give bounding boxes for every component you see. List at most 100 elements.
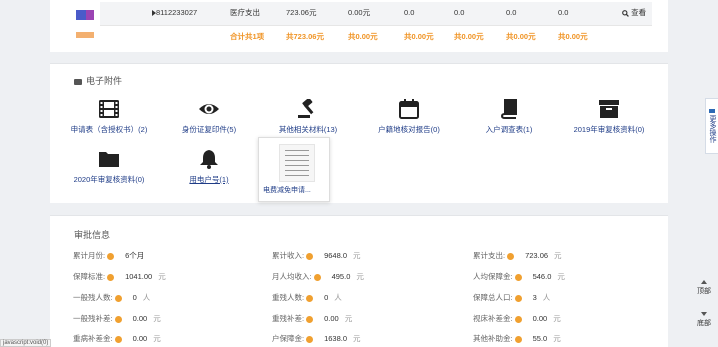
- approval-field: 重病补差金: 0.00 元: [73, 333, 161, 345]
- calendar-icon: [399, 99, 419, 119]
- field-value: 723.06: [525, 251, 549, 260]
- field-key: 累计支出:: [473, 251, 506, 260]
- attachment-survey[interactable]: 入户调查表(1): [454, 99, 564, 135]
- field-key: 重残人数:: [272, 293, 305, 302]
- field-key: 月人均收入:: [272, 272, 312, 281]
- book-icon: [500, 99, 517, 119]
- attachments-title: 电子附件: [74, 74, 122, 87]
- help-icon[interactable]: [514, 335, 522, 343]
- approval-field: 其他补助金: 55.0 元: [473, 333, 561, 345]
- field-unit: 元: [344, 314, 353, 323]
- help-icon[interactable]: [306, 252, 314, 260]
- field-unit: 人: [542, 293, 551, 302]
- field-unit: 元: [353, 251, 361, 260]
- status-bar: javascript:void(0): [0, 339, 52, 347]
- attachment-label: 2019年审复核资料(0): [573, 125, 645, 134]
- field-value: 0.00: [132, 334, 148, 343]
- field-key: 累计月份:: [73, 251, 106, 260]
- help-icon[interactable]: [507, 252, 515, 260]
- field-key: 人均保障金:: [473, 272, 513, 281]
- field-unit: 元: [153, 334, 161, 343]
- field-value: 3: [532, 293, 537, 302]
- bell-icon: [200, 150, 218, 169]
- attachment-label: 身份证复印件(5): [181, 125, 237, 134]
- row-amount2: 0.00元: [348, 8, 371, 17]
- arrow-down-icon: [701, 312, 707, 316]
- field-key: 累计收入:: [272, 251, 305, 260]
- approval-field: 人均保障金: 546.0 元: [473, 271, 565, 283]
- attachment-label: 用电户号(1): [189, 175, 229, 184]
- total-sum2: 共0.00元: [348, 32, 378, 41]
- attachment-label: 户籍地核对报告(0): [378, 125, 440, 134]
- field-unit: 人: [142, 293, 151, 302]
- field-value: 55.0: [532, 334, 548, 343]
- arrow-up-icon: [701, 280, 707, 284]
- field-value: 9648.0: [324, 251, 348, 260]
- field-unit: 元: [353, 334, 361, 343]
- field-unit: 元: [554, 251, 562, 260]
- approval-field: 保障标准: 1041.00 元: [73, 271, 166, 283]
- attachment-id-copy[interactable]: 身份证复印件(5): [154, 99, 264, 135]
- help-icon[interactable]: [107, 273, 115, 281]
- field-unit: 元: [553, 334, 561, 343]
- field-value: 0: [324, 293, 329, 302]
- field-unit: 元: [557, 272, 565, 281]
- help-icon[interactable]: [114, 335, 122, 343]
- field-value: 0.00: [532, 314, 548, 323]
- view-label: 查看: [631, 8, 647, 17]
- field-key: 一般残补差:: [73, 314, 113, 323]
- field-value: 1041.00: [125, 272, 153, 281]
- field-value: 0.00: [324, 314, 339, 323]
- attachment-other[interactable]: 其他相关材料(13): [253, 99, 363, 135]
- total-count: 合计共1项: [230, 32, 265, 41]
- help-icon[interactable]: [114, 315, 122, 323]
- field-value: 6个月: [125, 251, 145, 260]
- color-strip: [76, 0, 98, 38]
- approval-title: 审批信息: [74, 230, 111, 240]
- row-v1: 0.0: [404, 8, 415, 17]
- field-key: 重病补差金:: [73, 334, 113, 343]
- side-tab[interactable]: 更多操作: [705, 98, 718, 154]
- field-value: 546.0: [532, 272, 552, 281]
- archive-icon: [599, 100, 619, 118]
- tab-marker-icon: [709, 109, 715, 113]
- attachment-label: 申请表（含授权书）(2): [70, 125, 148, 134]
- help-icon[interactable]: [114, 294, 122, 302]
- scroll-top-button[interactable]: 顶部: [694, 280, 714, 296]
- field-value: 1638.0: [324, 334, 348, 343]
- view-button[interactable]: 查看: [622, 2, 646, 24]
- preview-caption[interactable]: 电费减免申请...: [263, 185, 327, 195]
- help-icon[interactable]: [514, 315, 522, 323]
- help-icon[interactable]: [306, 335, 314, 343]
- row-v3: 0.0: [506, 8, 517, 17]
- row-type: 医疗支出: [230, 8, 260, 17]
- field-key: 户保障金:: [272, 334, 305, 343]
- row-amount1: 723.06元: [286, 8, 317, 17]
- approval-field: 重残补差: 0.00 元: [272, 313, 352, 325]
- field-value: 495.0: [331, 272, 351, 281]
- help-icon[interactable]: [107, 252, 115, 260]
- field-key: 保障标准:: [73, 272, 106, 281]
- film-icon: [99, 100, 119, 118]
- field-unit: 元: [158, 272, 166, 281]
- attachment-residence-report[interactable]: 户籍地核对报告(0): [354, 99, 464, 135]
- attachment-application[interactable]: 申请表（含授权书）(2): [54, 99, 164, 135]
- total-sum4: 共0.00元: [454, 32, 484, 41]
- total-sum3: 共0.00元: [404, 32, 434, 41]
- total-sum1: 共723.06元: [286, 32, 324, 41]
- attachment-electricity[interactable]: 用电户号(1): [154, 149, 264, 185]
- help-icon[interactable]: [514, 273, 522, 281]
- help-icon[interactable]: [306, 315, 314, 323]
- attachment-label: 入户调查表(1): [485, 125, 533, 134]
- attachment-2020-review[interactable]: 2020年审复核资料(0): [54, 149, 164, 185]
- folder-small-icon: [74, 78, 82, 85]
- help-icon[interactable]: [313, 273, 321, 281]
- approval-field: 累计支出: 723.06 元: [473, 250, 562, 262]
- approval-field: 累计月份: 6个月: [73, 250, 150, 262]
- help-icon[interactable]: [514, 294, 522, 302]
- attachment-preview-popup[interactable]: 电费减免申请...: [258, 137, 330, 202]
- scroll-bottom-button[interactable]: 底部: [694, 312, 714, 328]
- attachment-2019-review[interactable]: 2019年审复核资料(0): [554, 99, 664, 135]
- help-icon[interactable]: [306, 294, 314, 302]
- attachments-panel: 电子附件 申请表（含授权书）(2) 身份证复印件(5) 其他相关材料(13) 户…: [50, 63, 668, 203]
